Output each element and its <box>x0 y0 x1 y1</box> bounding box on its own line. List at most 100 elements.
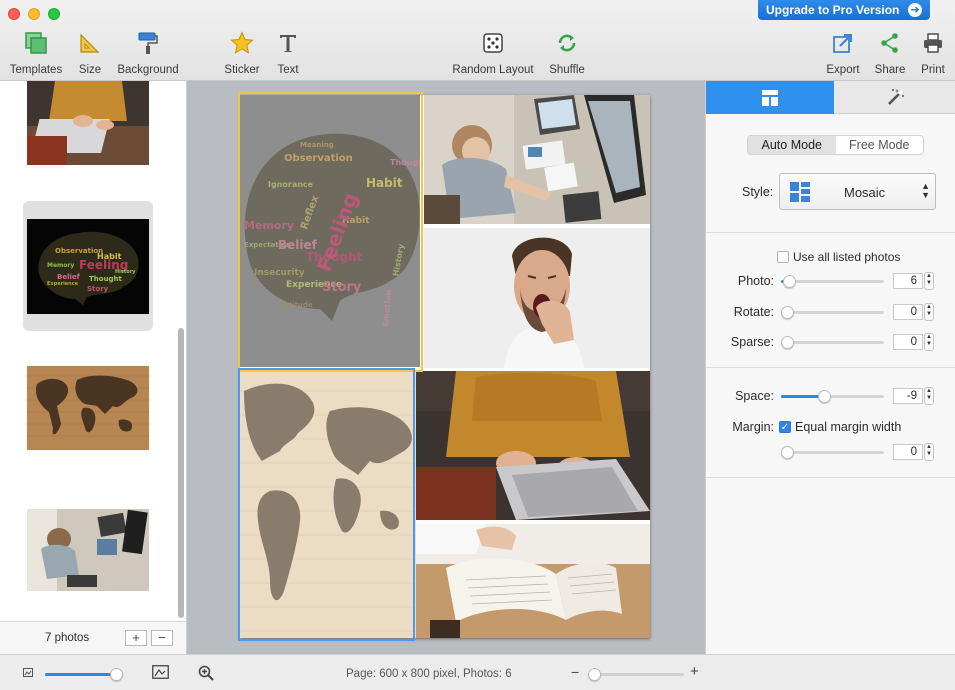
yawning-man-image <box>424 228 650 368</box>
man-at-desk-thumbnail-image <box>27 509 149 591</box>
background-label: Background <box>117 64 179 76</box>
photo-thumbnail-selected[interactable]: Observation Feeling Memory Habit Belief … <box>27 219 149 314</box>
mode-segmented-control[interactable]: Auto Mode Free Mode <box>747 135 924 155</box>
collage-cell-open-book[interactable] <box>416 524 650 638</box>
selection-outline-blue <box>238 368 415 641</box>
sparse-slider[interactable] <box>781 336 884 349</box>
export-icon <box>830 30 856 56</box>
zoom-in-icon[interactable] <box>198 665 214 681</box>
zoom-window-button[interactable] <box>48 8 60 20</box>
photo-thumbnail[interactable] <box>27 81 149 165</box>
divider <box>706 477 955 478</box>
properties-panel: Auto Mode Free Mode Style: Mosaic ▲ ▼ Use… <box>705 81 955 654</box>
dice-icon <box>480 30 506 56</box>
sticker-button[interactable]: Sticker <box>224 30 260 76</box>
random-layout-label: Random Layout <box>452 64 534 76</box>
margin-slider[interactable] <box>781 446 884 459</box>
ruler-triangle-icon <box>77 30 103 56</box>
title-bar: Upgrade to Pro Version ➜ Templates Size … <box>0 0 955 81</box>
photo-count-row: Photo: 6 ▲ ▼ <box>706 271 955 291</box>
collage-page[interactable]: Meaning Observation Habit Thought Ignora… <box>238 92 650 641</box>
margin-slider-row: 0 ▲ ▼ <box>706 442 955 462</box>
remove-photo-button[interactable]: − <box>151 630 173 646</box>
photo-list-sidebar: Observation Feeling Memory Habit Belief … <box>0 81 187 654</box>
share-button[interactable]: Share <box>874 30 906 76</box>
background-button[interactable]: Background <box>117 30 179 76</box>
small-image-icon <box>23 668 33 677</box>
rotate-stepper[interactable]: ▲ ▼ <box>924 303 934 321</box>
equal-margin-checkbox[interactable]: ✓ <box>779 421 791 433</box>
page-info-text: Page: 600 x 800 pixel, Photos: 6 <box>346 668 512 680</box>
style-select[interactable]: Mosaic ▲ ▼ <box>779 173 936 210</box>
margin-value-field[interactable]: 0 <box>893 444 923 460</box>
collage-cell-man-at-desk[interactable] <box>424 95 650 224</box>
margin-slider-knob[interactable] <box>781 446 794 459</box>
text-button[interactable]: Text <box>276 30 300 76</box>
templates-button[interactable]: Templates <box>9 30 63 76</box>
collage-cell-person-laptop[interactable] <box>416 371 650 520</box>
photo-slider-knob[interactable] <box>783 275 796 288</box>
margin-row: Margin: ✓ Equal margin width <box>706 417 955 437</box>
canvas-zoom-slider[interactable] <box>588 668 684 681</box>
zoom-out-button[interactable]: − <box>571 664 579 680</box>
sparse-stepper[interactable]: ▲ ▼ <box>924 333 934 351</box>
export-button[interactable]: Export <box>826 30 860 76</box>
chevron-updown-icon: ▲ ▼ <box>921 181 930 200</box>
space-row: Space: -9 ▲ ▼ <box>706 386 955 406</box>
text-t-icon <box>275 30 301 56</box>
close-window-button[interactable] <box>8 8 20 20</box>
minimize-window-button[interactable] <box>28 8 40 20</box>
man-at-desk-image <box>424 95 650 224</box>
photo-value-field[interactable]: 6 <box>893 273 923 289</box>
rotate-slider-knob[interactable] <box>781 306 794 319</box>
space-slider-knob[interactable] <box>818 390 831 403</box>
svg-text:Thought: Thought <box>89 275 123 283</box>
tab-effects[interactable] <box>834 81 955 114</box>
photo-slider[interactable] <box>781 275 884 288</box>
auto-mode-segment[interactable]: Auto Mode <box>748 136 836 154</box>
space-stepper[interactable]: ▲ ▼ <box>924 387 934 405</box>
photo-thumbnail[interactable] <box>27 366 149 450</box>
printer-icon <box>920 30 946 56</box>
sparse-slider-knob[interactable] <box>781 336 794 349</box>
canvas-zoom-knob[interactable] <box>588 668 601 681</box>
sidebar-scrollbar[interactable] <box>178 328 184 618</box>
size-button[interactable]: Size <box>78 30 102 76</box>
zoom-in-button[interactable]: + <box>690 663 699 680</box>
sparse-value-field[interactable]: 0 <box>893 334 923 350</box>
svg-text:Belief: Belief <box>57 273 81 281</box>
add-photo-button[interactable]: + <box>125 630 147 646</box>
thumbnail-size-knob[interactable] <box>110 668 123 681</box>
upgrade-button[interactable]: Upgrade to Pro Version ➜ <box>758 0 930 20</box>
free-mode-segment[interactable]: Free Mode <box>836 136 924 154</box>
share-label: Share <box>874 64 906 76</box>
equal-margin-label: Equal margin width <box>795 420 902 434</box>
collage-cell-yawning-man[interactable] <box>424 228 650 368</box>
rotate-value-field[interactable]: 0 <box>893 304 923 320</box>
shuffle-button[interactable]: Shuffle <box>548 30 586 76</box>
print-button[interactable]: Print <box>920 30 946 76</box>
word-cloud-brain-thumbnail-image: Observation Feeling Memory Habit Belief … <box>27 219 149 314</box>
selection-outline-yellow <box>238 92 423 372</box>
svg-text:Observation: Observation <box>55 247 103 255</box>
space-value-field[interactable]: -9 <box>893 388 923 404</box>
photo-stepper[interactable]: ▲ ▼ <box>924 272 934 290</box>
person-laptop-image <box>416 371 650 520</box>
photo-thumbnail[interactable] <box>27 509 149 591</box>
rotate-slider[interactable] <box>781 306 884 319</box>
tab-layout[interactable] <box>706 81 834 114</box>
world-map-thumbnail-image <box>27 366 149 450</box>
share-icon <box>877 30 903 56</box>
large-image-icon <box>152 665 169 679</box>
person-laptop-thumbnail-image <box>27 81 149 165</box>
photo-thumbnail-list[interactable]: Observation Feeling Memory Habit Belief … <box>0 81 176 621</box>
svg-text:Story: Story <box>87 285 109 293</box>
magic-wand-icon <box>888 89 904 105</box>
style-label: Style: <box>742 185 774 199</box>
use-all-photos-checkbox[interactable] <box>777 251 789 263</box>
margin-stepper[interactable]: ▲ ▼ <box>924 443 934 461</box>
thumbnail-size-slider[interactable] <box>45 668 123 681</box>
space-slider[interactable] <box>781 390 884 403</box>
random-layout-button[interactable]: Random Layout <box>452 30 534 76</box>
shuffle-icon <box>554 30 580 56</box>
